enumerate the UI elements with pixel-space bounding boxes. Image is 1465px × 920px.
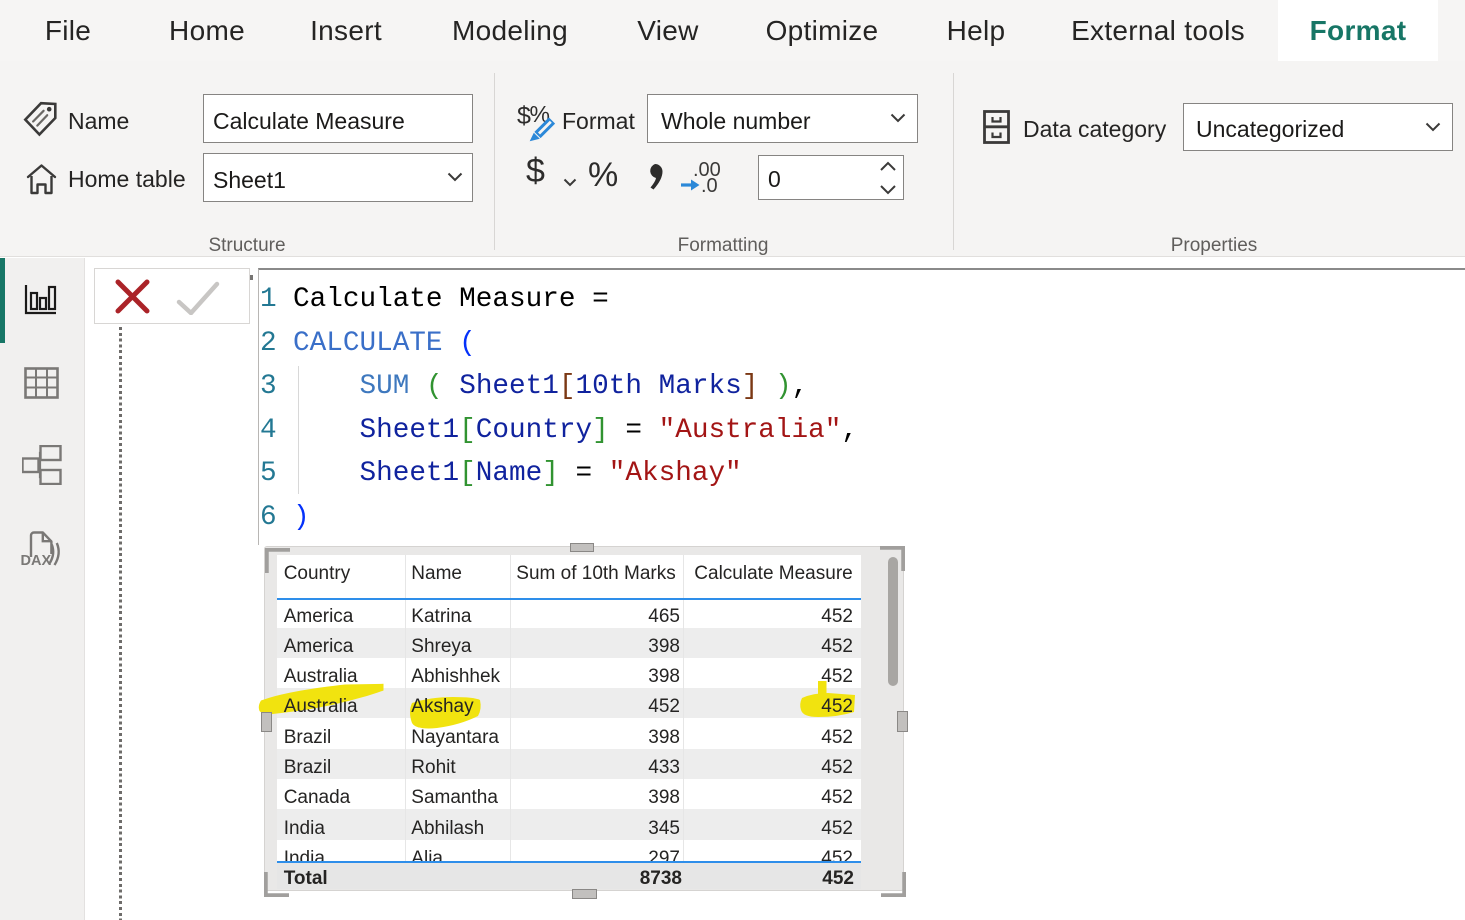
svg-text:DAX: DAX [21, 553, 52, 568]
svg-text:.0: .0 [701, 175, 718, 195]
